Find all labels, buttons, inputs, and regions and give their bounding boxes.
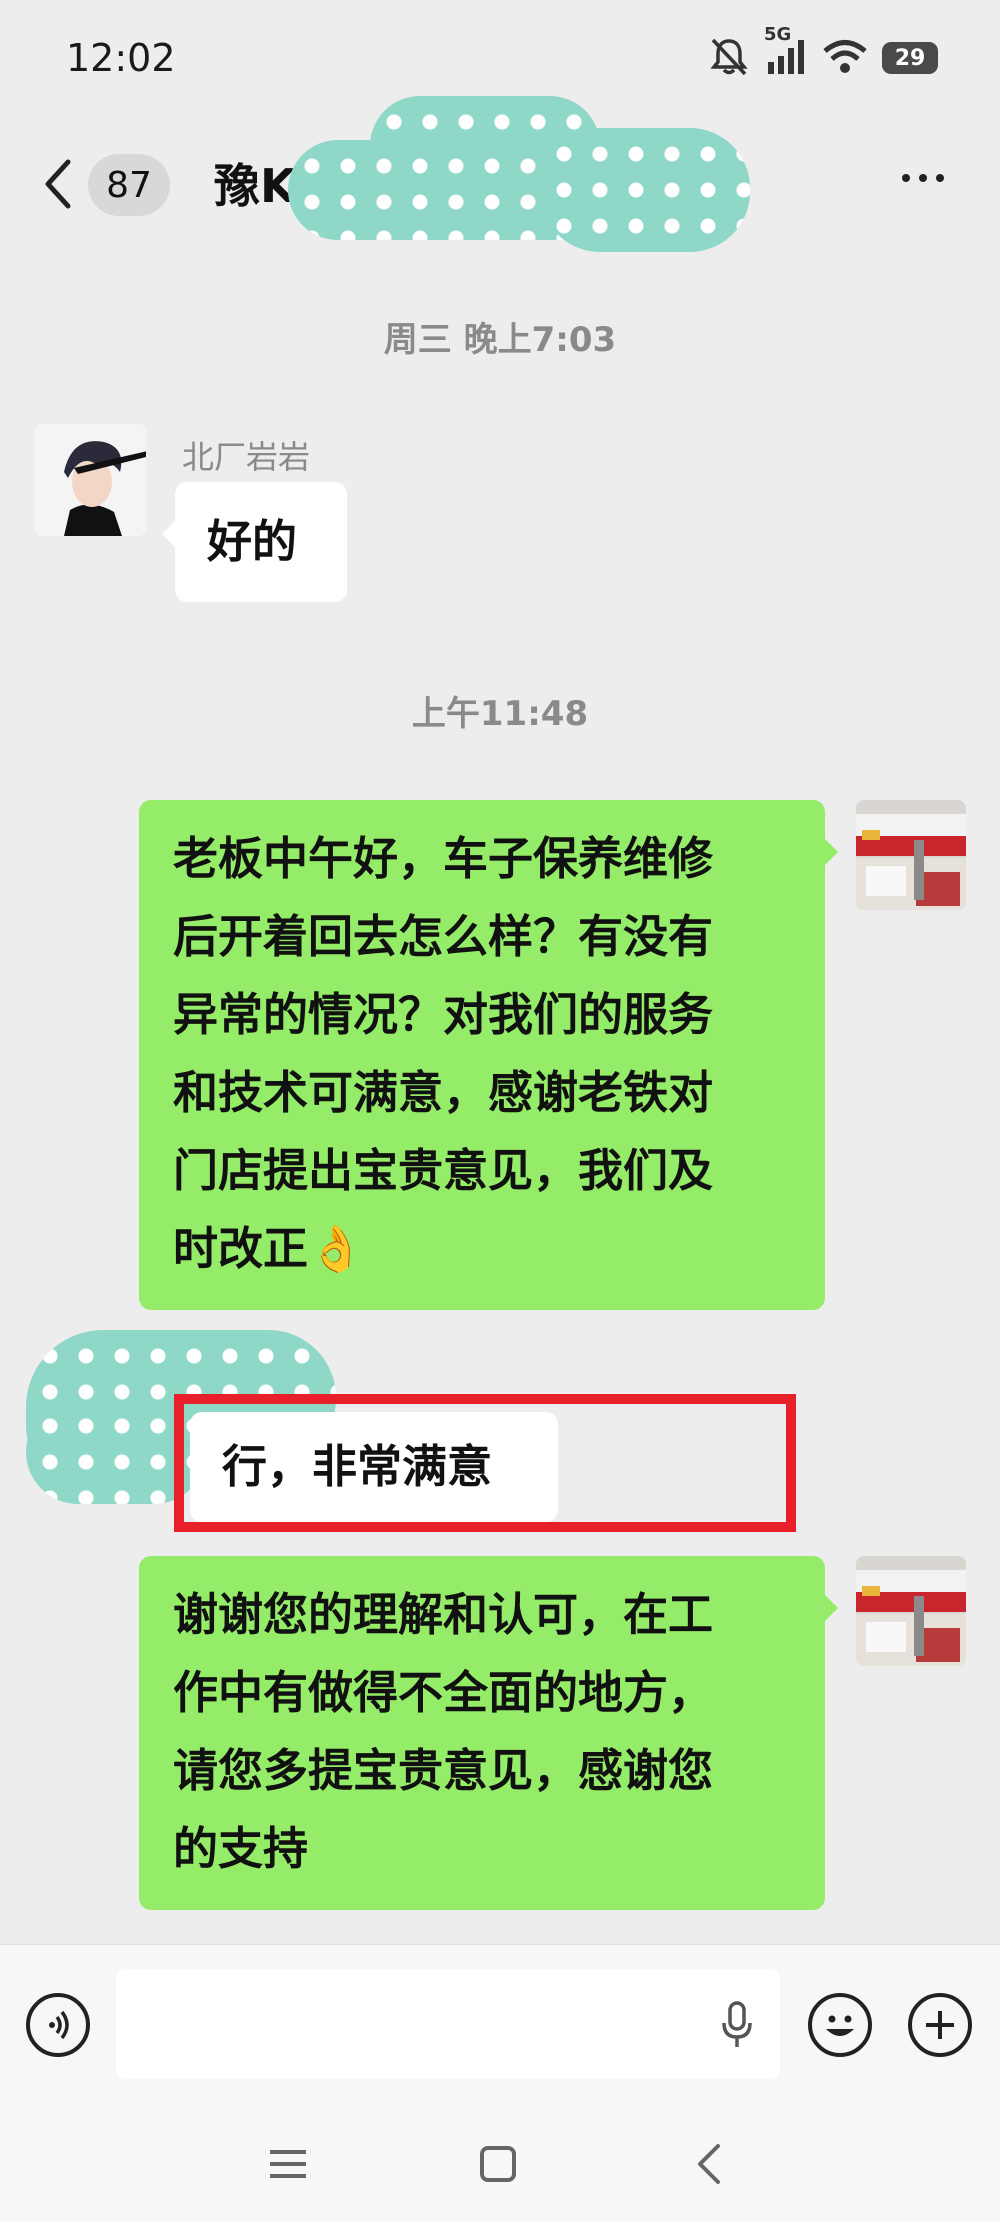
unread-badge[interactable]: 87 xyxy=(88,154,170,216)
timestamp: 周三 晚上7:03 xyxy=(383,320,617,360)
plus-icon xyxy=(926,2011,954,2039)
smiley-icon xyxy=(826,2015,854,2036)
back-button[interactable] xyxy=(38,154,78,214)
message-line: 老板中午好，车子保养维修 xyxy=(173,832,714,885)
message-line: 门店提出宝贵意见，我们及 xyxy=(173,1144,714,1197)
recent-apps-icon[interactable] xyxy=(266,2146,310,2182)
more-functions-button[interactable] xyxy=(908,1993,972,2057)
system-navigation-bar xyxy=(0,2104,1000,2222)
battery-icon: 29 xyxy=(882,42,938,74)
chat-title: 豫K xyxy=(214,159,296,213)
status-time: 12:02 xyxy=(66,36,176,80)
more-options-button[interactable] xyxy=(902,174,944,182)
status-icons: 5G 29 xyxy=(708,24,938,82)
message-line: 请您多提宝贵意见，感谢您 xyxy=(173,1744,714,1797)
message-line: 谢谢您的理解和认可，在工 xyxy=(173,1588,714,1641)
message-bubble-sent[interactable]: 谢谢您的理解和认可，在工 作中有做得不全面的地方， 请您多提宝贵意见，感谢您 的… xyxy=(139,1556,825,1910)
sender-name: 北厂岩岩 xyxy=(182,438,311,476)
message-bubble-received[interactable]: 好的 xyxy=(175,482,347,602)
timestamp: 上午11:48 xyxy=(411,694,589,734)
more-dot-icon xyxy=(902,174,910,182)
my-avatar[interactable] xyxy=(856,1556,966,1666)
message-line: 作中有做得不全面的地方， xyxy=(173,1666,714,1719)
network-type-label: 5G xyxy=(764,24,792,45)
more-dot-icon xyxy=(919,174,927,182)
chevron-left-icon xyxy=(45,159,71,209)
microphone-icon[interactable] xyxy=(720,2001,754,2049)
more-dot-icon xyxy=(936,174,944,182)
wifi-icon xyxy=(822,36,868,80)
message-input[interactable] xyxy=(116,1969,780,2079)
avatar[interactable] xyxy=(34,424,146,536)
message-line: 的支持 xyxy=(173,1822,309,1875)
bubble-tail xyxy=(824,838,838,866)
bubble-tail xyxy=(162,520,176,548)
title-redaction xyxy=(540,128,750,252)
emoji-button[interactable] xyxy=(808,1993,872,2057)
message-line: 时改正👌 xyxy=(173,1222,365,1275)
message-line: 异常的情况？对我们的服务 xyxy=(173,988,714,1041)
highlight-box xyxy=(174,1394,796,1532)
input-bar xyxy=(0,1944,1000,2105)
message-line: 后开着回去怎么样？有没有 xyxy=(173,910,714,963)
message-bubble-sent[interactable]: 老板中午好，车子保养维修 后开着回去怎么样？有没有 异常的情况？对我们的服务 和… xyxy=(139,800,825,1310)
shop-photo-icon xyxy=(856,1556,966,1666)
message-line: 和技术可满意，感谢老铁对 xyxy=(173,1066,714,1119)
voice-wave-icon xyxy=(49,2010,69,2040)
my-avatar[interactable] xyxy=(856,800,966,910)
anime-avatar-icon xyxy=(34,424,146,536)
voice-mode-button[interactable] xyxy=(26,1993,90,2057)
shop-photo-icon xyxy=(856,800,966,910)
home-icon[interactable] xyxy=(478,2144,518,2184)
signal-icon: 5G xyxy=(764,24,808,80)
system-back-icon[interactable] xyxy=(694,2142,724,2186)
mute-icon xyxy=(708,36,750,80)
bubble-tail xyxy=(824,1594,838,1622)
